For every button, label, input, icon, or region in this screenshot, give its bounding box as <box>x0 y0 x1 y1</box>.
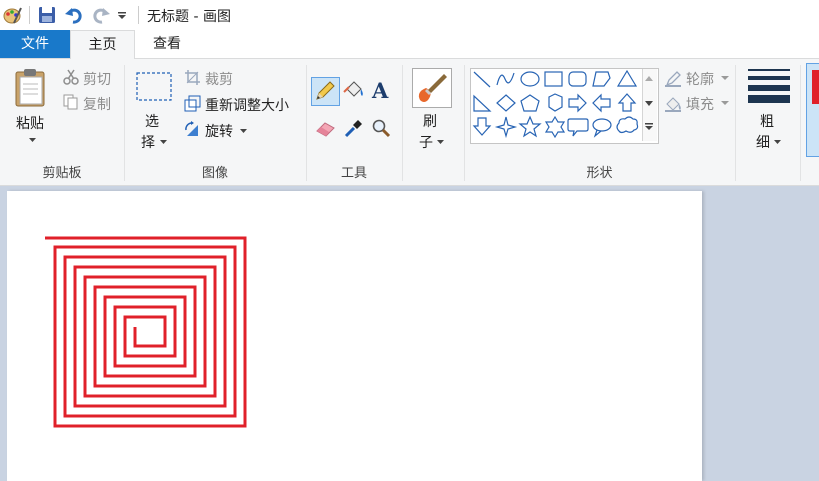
paint-app-icon[interactable] <box>2 5 22 25</box>
brush-icon[interactable] <box>414 70 450 106</box>
color1-button[interactable] <box>806 63 819 157</box>
oval-callout-shape-icon <box>592 118 612 138</box>
hexagon-shape-icon <box>548 93 563 112</box>
fill-icon[interactable] <box>664 95 682 113</box>
rectangle-shape-icon <box>544 71 563 87</box>
brush-dropdown-icon[interactable] <box>436 139 445 145</box>
resize-icon[interactable] <box>184 95 201 112</box>
shapes-expand-icon[interactable] <box>644 122 654 132</box>
group-separator <box>800 65 801 181</box>
brush-label-line1[interactable]: 刷 <box>423 111 437 131</box>
outline-icon[interactable] <box>664 70 682 88</box>
fill-dropdown-icon[interactable] <box>721 101 729 106</box>
ribbon-tabs: 文件 主页 查看 <box>0 30 819 60</box>
title-bar: 无标题 - 画图 <box>0 0 819 30</box>
rotate-dropdown-icon[interactable] <box>239 128 248 134</box>
rounded-rectangle-shape-icon <box>568 71 587 87</box>
select-label-line2[interactable]: 择 <box>141 132 155 152</box>
paste-dropdown-icon[interactable] <box>28 137 37 143</box>
tab-view[interactable]: 查看 <box>133 30 201 58</box>
redo-icon[interactable] <box>91 5 111 25</box>
save-icon[interactable] <box>38 6 56 24</box>
left-arrow-shape-icon <box>592 93 611 113</box>
cut-label[interactable]: 剪切 <box>83 69 111 89</box>
text-tool-icon[interactable]: A <box>370 79 392 101</box>
shapes-scroll-down-icon[interactable] <box>644 100 654 108</box>
spiral-drawing <box>45 236 247 428</box>
line-shape-icon <box>473 71 491 88</box>
size-icon[interactable] <box>748 68 790 104</box>
group-separator <box>402 65 403 181</box>
right-triangle-shape-icon <box>473 94 492 112</box>
size-dropdown-icon[interactable] <box>773 139 782 145</box>
size-label-line1[interactable]: 粗 <box>760 111 774 131</box>
drawing-canvas[interactable] <box>7 191 702 481</box>
undo-icon[interactable] <box>64 5 84 25</box>
curve-shape-icon <box>496 72 515 86</box>
four-point-star-shape-icon <box>494 116 518 139</box>
outline-label[interactable]: 轮廓 <box>686 69 714 89</box>
title-divider <box>29 6 30 24</box>
crop-label[interactable]: 裁剪 <box>205 69 233 89</box>
diamond-shape-icon <box>496 94 516 112</box>
shapes-gallery-icons <box>472 69 639 139</box>
six-point-star-shape-icon <box>544 115 566 139</box>
outline-dropdown-icon[interactable] <box>721 76 729 81</box>
rotate-icon[interactable] <box>184 120 201 137</box>
right-arrow-shape-icon <box>568 93 587 113</box>
shapes-group-label: 形状 <box>586 166 613 181</box>
pentagon-shape-icon <box>520 94 540 112</box>
copy-icon[interactable] <box>63 94 79 110</box>
spiral-stroke <box>45 236 247 428</box>
fill-label[interactable]: 填充 <box>686 94 714 114</box>
image-group-label: 图像 <box>201 166 228 181</box>
select-icon[interactable] <box>136 72 172 102</box>
five-point-star-shape-icon <box>518 115 542 138</box>
paste-icon[interactable] <box>13 68 49 108</box>
select-dropdown-icon[interactable] <box>159 139 168 145</box>
resize-label[interactable]: 重新调整大小 <box>205 95 289 115</box>
quick-access-dropdown-icon[interactable] <box>117 11 127 21</box>
tab-home[interactable]: 主页 <box>70 30 135 60</box>
eraser-icon[interactable] <box>315 118 337 138</box>
pencil-icon[interactable] <box>314 80 336 102</box>
group-separator <box>735 65 736 181</box>
copy-label[interactable]: 复制 <box>83 94 111 114</box>
crop-icon[interactable] <box>184 69 201 86</box>
title-divider <box>138 6 139 24</box>
triangle-shape-icon <box>616 69 638 87</box>
brush-label-line2[interactable]: 子 <box>419 132 433 152</box>
up-arrow-shape-icon <box>617 93 637 112</box>
rotate-label[interactable]: 旋转 <box>205 121 233 141</box>
size-label-line2[interactable]: 细 <box>756 132 770 152</box>
shapes-scroll-up-icon[interactable] <box>644 75 654 83</box>
down-arrow-shape-icon <box>472 117 492 136</box>
color-picker-icon[interactable] <box>343 117 365 139</box>
cut-icon[interactable] <box>63 69 79 85</box>
ribbon: 粘贴 剪切 复制 剪贴板 选 择 裁剪 重新调整大小 旋转 图像 A 工具 刷 … <box>0 59 819 186</box>
clipboard-group-label: 剪贴板 <box>42 166 82 181</box>
magnifier-icon[interactable] <box>371 118 391 138</box>
cloud-callout-shape-icon <box>616 116 639 134</box>
select-label-line1[interactable]: 选 <box>145 111 159 131</box>
tab-file[interactable]: 文件 <box>0 30 70 58</box>
window-title: 无标题 - 画图 <box>147 9 231 25</box>
oval-shape-icon <box>520 71 540 87</box>
tools-group-label: 工具 <box>340 166 367 181</box>
paste-label[interactable]: 粘贴 <box>16 113 44 133</box>
rounded-callout-shape-icon <box>567 118 589 137</box>
fill-bucket-icon[interactable] <box>343 79 365 101</box>
color1-swatch <box>812 70 819 104</box>
polygon-shape-icon <box>592 71 611 87</box>
svg-text:A: A <box>371 79 389 101</box>
